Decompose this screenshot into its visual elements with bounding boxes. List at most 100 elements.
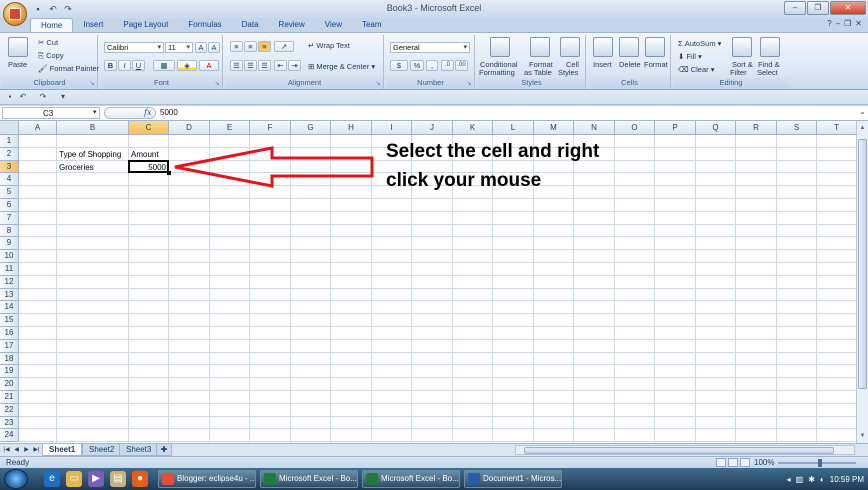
- sort-filter-icon[interactable]: [732, 37, 752, 57]
- insert-sheet-icon[interactable]: ✚: [156, 444, 172, 456]
- column-header-b[interactable]: B: [57, 121, 129, 135]
- row-header-14[interactable]: 14: [0, 301, 19, 315]
- name-box-dropdown-icon[interactable]: ▾: [93, 108, 97, 116]
- decrease-decimal-icon[interactable]: .00: [455, 60, 468, 71]
- bluetooth-icon[interactable]: ✱: [808, 475, 815, 484]
- column-header-j[interactable]: J: [412, 121, 453, 135]
- font-size-combo[interactable]: 11: [165, 42, 193, 53]
- normal-view-icon[interactable]: [716, 458, 726, 467]
- row-header-20[interactable]: 20: [0, 378, 19, 391]
- restore-button[interactable]: ❐: [807, 1, 829, 15]
- tab-insert[interactable]: Insert: [73, 18, 113, 32]
- column-header-g[interactable]: G: [291, 121, 331, 135]
- conditional-formatting-label-2[interactable]: Formatting: [479, 68, 515, 77]
- undo-small-icon[interactable]: ↶: [18, 92, 28, 102]
- cell-b2[interactable]: Type of Shopping: [59, 150, 121, 159]
- row-header-17[interactable]: 17: [0, 339, 19, 353]
- active-cell-border[interactable]: [128, 159, 169, 174]
- row-header-15[interactable]: 15: [0, 314, 19, 327]
- align-middle-icon[interactable]: ≡: [244, 41, 257, 52]
- ribbon-restore-icon[interactable]: ❐: [844, 19, 851, 28]
- insert-function-button[interactable]: fx: [144, 108, 151, 117]
- redo-small-icon[interactable]: ↷: [38, 92, 48, 102]
- find-select-icon[interactable]: [760, 37, 780, 57]
- font-name-combo[interactable]: Calibri: [104, 42, 164, 53]
- vertical-scroll-thumb[interactable]: [858, 139, 867, 389]
- format-as-table-label-2[interactable]: as Table: [524, 68, 552, 77]
- tab-review[interactable]: Review: [269, 18, 315, 32]
- font-launcher-icon[interactable]: ↘: [213, 80, 221, 88]
- italic-button[interactable]: I: [118, 60, 131, 71]
- ribbon-minimize-icon[interactable]: –: [836, 19, 840, 28]
- zoom-slider[interactable]: [778, 462, 856, 464]
- font-color-icon[interactable]: A: [199, 60, 219, 71]
- borders-icon[interactable]: ▦: [153, 60, 175, 71]
- tab-formulas[interactable]: Formulas: [178, 18, 231, 32]
- folder-icon[interactable]: ▭: [66, 471, 82, 487]
- grow-font-icon[interactable]: A: [195, 42, 207, 53]
- close-button[interactable]: ✕: [830, 1, 866, 15]
- tab-team[interactable]: Team: [352, 18, 392, 32]
- align-top-icon[interactable]: ≡: [230, 41, 243, 52]
- last-sheet-icon[interactable]: ▶|: [32, 445, 41, 455]
- cell-styles-icon[interactable]: [560, 37, 580, 57]
- increase-decimal-icon[interactable]: .0: [441, 60, 454, 71]
- scroll-down-icon[interactable]: ▼: [858, 431, 867, 441]
- office-button[interactable]: [3, 2, 27, 26]
- row-header-13[interactable]: 13: [0, 288, 19, 302]
- row-header-24[interactable]: 24: [0, 429, 19, 443]
- taskbar-item-word[interactable]: Document1 - Micros...: [464, 470, 562, 488]
- prev-sheet-icon[interactable]: ◀: [12, 445, 21, 455]
- cell-styles-label-2[interactable]: Styles: [558, 68, 578, 77]
- tab-page-layout[interactable]: Page Layout: [113, 18, 178, 32]
- firefox-icon[interactable]: ●: [132, 471, 148, 487]
- name-box[interactable]: C3: [2, 107, 100, 119]
- ribbon-close-icon[interactable]: ✕: [855, 19, 862, 28]
- scroll-up-icon[interactable]: ▲: [858, 123, 867, 133]
- column-header-p[interactable]: P: [655, 121, 696, 135]
- tab-data[interactable]: Data: [232, 18, 269, 32]
- orientation-icon[interactable]: ↗: [274, 41, 294, 52]
- align-left-icon[interactable]: ☰: [230, 60, 243, 71]
- formula-input[interactable]: 5000: [160, 107, 178, 119]
- column-header-a[interactable]: A: [19, 121, 57, 135]
- fill-handle[interactable]: [167, 171, 171, 176]
- horizontal-scrollbar[interactable]: [515, 445, 855, 455]
- ie-icon[interactable]: e: [44, 471, 60, 487]
- page-layout-view-icon[interactable]: [728, 458, 738, 467]
- taskbar-item-excel-2[interactable]: Microsoft Excel - Bo...: [362, 470, 460, 488]
- number-launcher-icon[interactable]: ↘: [465, 80, 473, 88]
- insert-cells-label[interactable]: Insert: [593, 60, 612, 69]
- column-header-i[interactable]: I: [372, 121, 412, 135]
- row-header-6[interactable]: 6: [0, 199, 19, 212]
- row-header-16[interactable]: 16: [0, 327, 19, 340]
- autosum-button[interactable]: Σ AutoSum ▾: [678, 39, 721, 48]
- format-as-table-icon[interactable]: [530, 37, 550, 57]
- find-select-label-2[interactable]: Select: [757, 68, 778, 77]
- row-header-12[interactable]: 12: [0, 275, 19, 289]
- taskbar-item-blogger[interactable]: Blogger: eclipse4u - ...: [158, 470, 256, 488]
- number-format-combo[interactable]: General: [390, 42, 470, 53]
- merge-center-button[interactable]: ⊞ Merge & Center ▾: [308, 62, 375, 71]
- sheet-tab-sheet2[interactable]: Sheet2: [82, 444, 122, 456]
- column-header-l[interactable]: L: [493, 121, 534, 135]
- increase-indent-icon[interactable]: ⇥: [288, 60, 301, 71]
- help-icon[interactable]: ?: [827, 19, 831, 28]
- network-icon[interactable]: ▥: [796, 475, 804, 484]
- row-header-23[interactable]: 23: [0, 416, 19, 430]
- column-header-q[interactable]: Q: [696, 121, 736, 135]
- first-sheet-icon[interactable]: |◀: [2, 445, 11, 455]
- clock[interactable]: 10:59 PM: [830, 475, 864, 484]
- row-header-22[interactable]: 22: [0, 403, 19, 417]
- insert-cells-icon[interactable]: [593, 37, 613, 57]
- row-header-18[interactable]: 18: [0, 352, 19, 366]
- sheet-tab-sheet1[interactable]: Sheet1: [42, 444, 83, 456]
- tray-arrow-icon[interactable]: ◂: [787, 475, 791, 484]
- decrease-indent-icon[interactable]: ⇤: [274, 60, 287, 71]
- row-header-9[interactable]: 9: [0, 237, 19, 251]
- format-painter-button[interactable]: 🖌 Format Painter: [38, 64, 99, 73]
- comma-button[interactable]: ,: [426, 60, 438, 71]
- column-header-d[interactable]: D: [169, 121, 210, 135]
- column-header-h[interactable]: H: [331, 121, 372, 135]
- row-header-11[interactable]: 11: [0, 263, 19, 276]
